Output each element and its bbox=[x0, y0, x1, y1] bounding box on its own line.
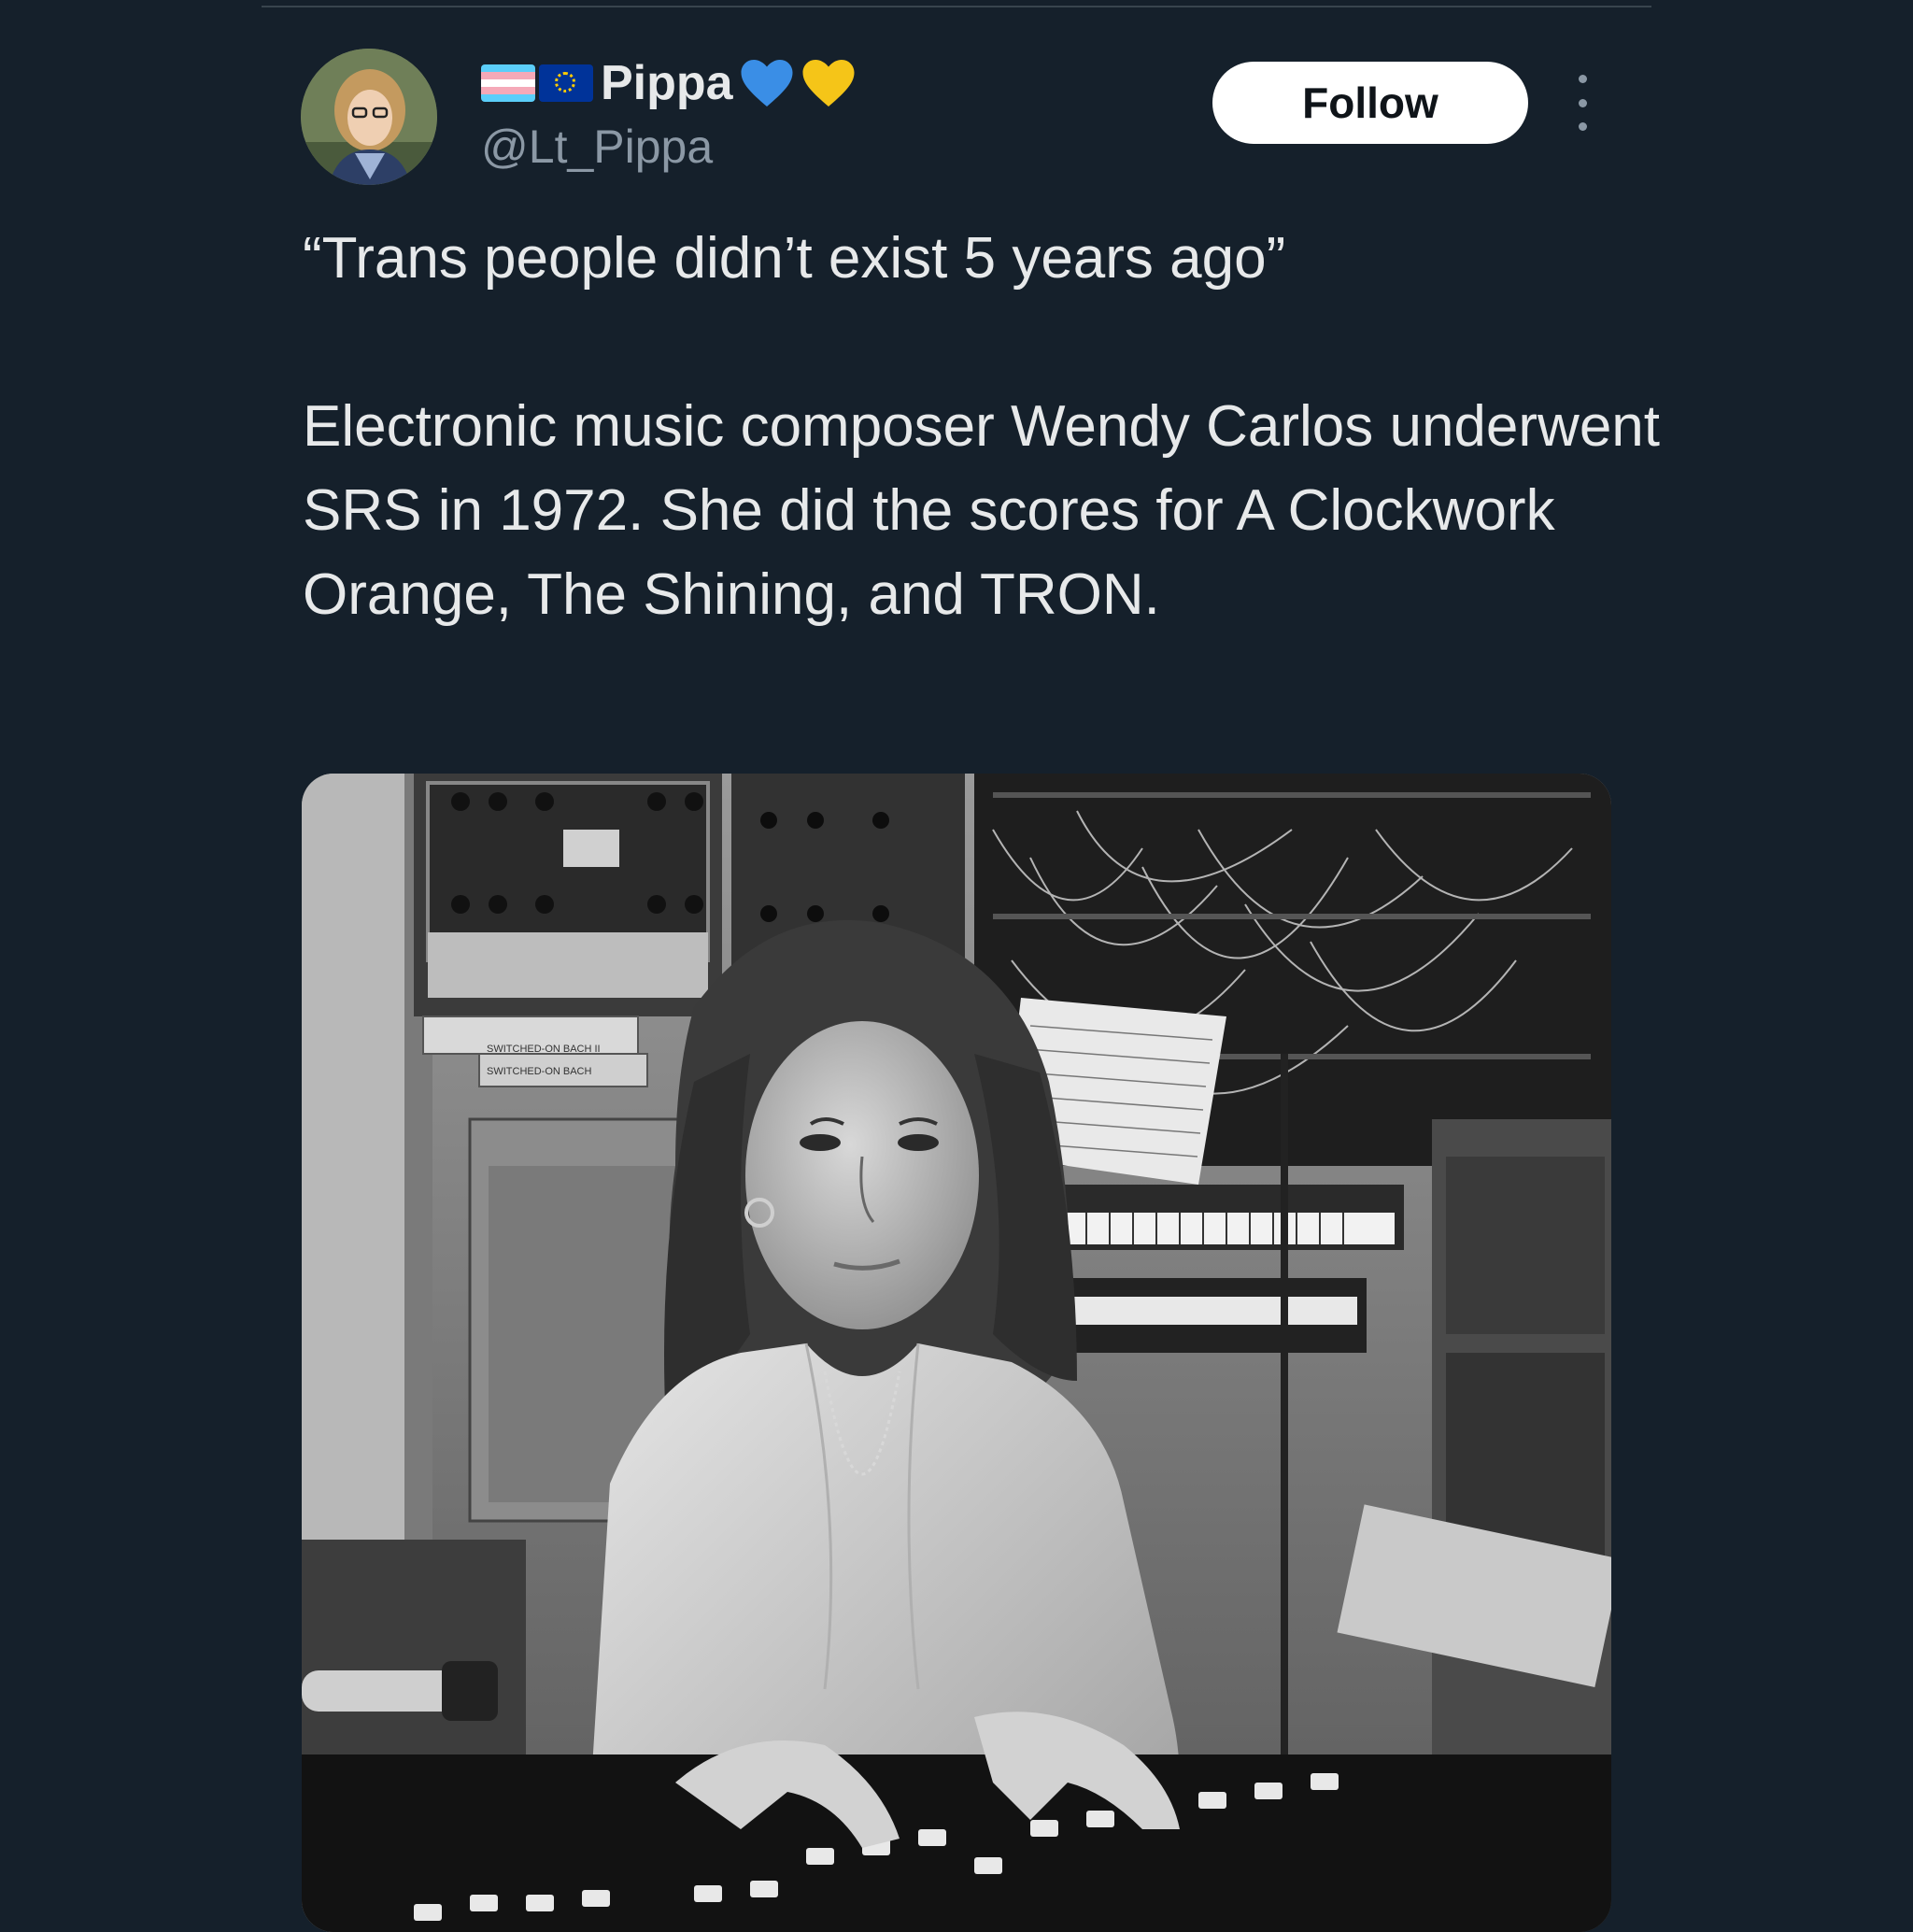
author-display-name[interactable]: Pippa bbox=[601, 55, 733, 111]
more-dot bbox=[1578, 122, 1587, 131]
tape-box-label-2: SWITCHED-ON BACH II bbox=[487, 1044, 601, 1055]
tweet-text-quote: “Trans people didn’t exist 5 years ago” bbox=[303, 226, 1286, 291]
author-name-row: Pippa bbox=[481, 52, 857, 114]
more-dot bbox=[1578, 98, 1587, 107]
yellow-heart-icon bbox=[802, 60, 855, 107]
tweet-text-body: Electronic music composer Wendy Carlos u… bbox=[303, 394, 1661, 627]
avatar-photo bbox=[301, 49, 437, 185]
tweet-media-photo[interactable]: SWITCHED-ON BACH SWITCHED-ON BACH II bbox=[302, 774, 1611, 1932]
tape-box-label-1: SWITCHED-ON BACH bbox=[487, 1066, 592, 1077]
author-handle[interactable]: @Lt_Pippa bbox=[481, 120, 713, 174]
tweet: Pippa @Lt_Pippa Follow “Trans people did… bbox=[0, 0, 1913, 1932]
tweet-text: “Trans people didn’t exist 5 years ago” … bbox=[303, 217, 1666, 637]
studio-photo-illustration: SWITCHED-ON BACH SWITCHED-ON BACH II bbox=[302, 774, 1611, 1932]
author-avatar[interactable] bbox=[301, 49, 437, 185]
trans-flag-icon bbox=[481, 64, 535, 102]
eu-flag-icon bbox=[539, 64, 593, 102]
follow-button[interactable]: Follow bbox=[1212, 62, 1528, 144]
blue-heart-icon bbox=[741, 60, 793, 107]
more-options-icon[interactable] bbox=[1569, 75, 1595, 131]
more-dot bbox=[1578, 75, 1587, 83]
